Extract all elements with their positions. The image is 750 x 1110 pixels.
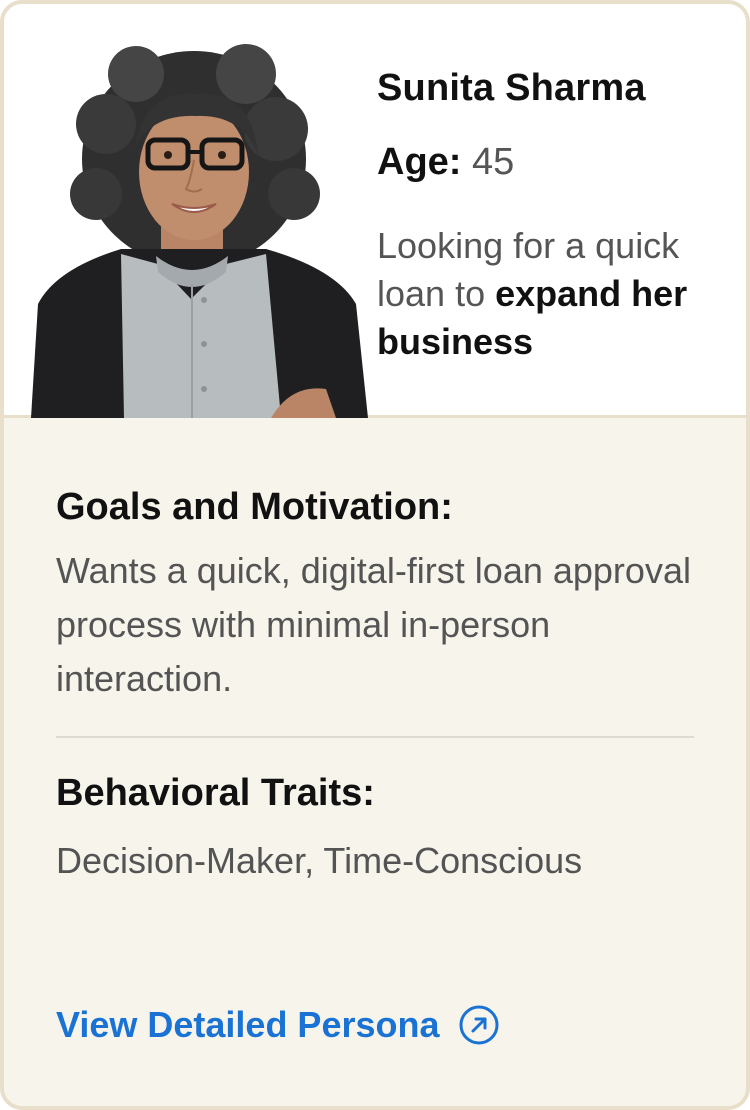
traits-title: Behavioral Traits: bbox=[56, 772, 375, 814]
goals-text: Wants a quick, digital-first loan approv… bbox=[56, 550, 691, 699]
persona-details: Goals and Motivation: Wants a quick, dig… bbox=[56, 482, 694, 886]
persona-info: Sunita Sharma Age: 45 Looking for a quic… bbox=[377, 66, 737, 366]
view-detailed-persona-label: View Detailed Persona bbox=[56, 1004, 440, 1045]
traits-text: Decision-Maker, Time-Conscious bbox=[56, 840, 583, 881]
persona-portrait bbox=[31, 44, 368, 418]
persona-header: Sunita Sharma Age: 45 Looking for a quic… bbox=[4, 4, 746, 418]
age-label: Age: bbox=[377, 141, 462, 183]
external-arrow-circle-icon bbox=[459, 1005, 499, 1045]
age-value: 45 bbox=[472, 141, 515, 183]
section-divider bbox=[56, 736, 694, 738]
persona-age: Age: 45 bbox=[377, 140, 737, 184]
goals-title: Goals and Motivation: bbox=[56, 486, 453, 528]
persona-description: Looking for a quick loan to expand her b… bbox=[377, 222, 737, 366]
view-detailed-persona-link[interactable]: View Detailed Persona bbox=[56, 1004, 500, 1046]
persona-card: Sunita Sharma Age: 45 Looking for a quic… bbox=[0, 0, 750, 1110]
persona-name: Sunita Sharma bbox=[377, 67, 646, 109]
